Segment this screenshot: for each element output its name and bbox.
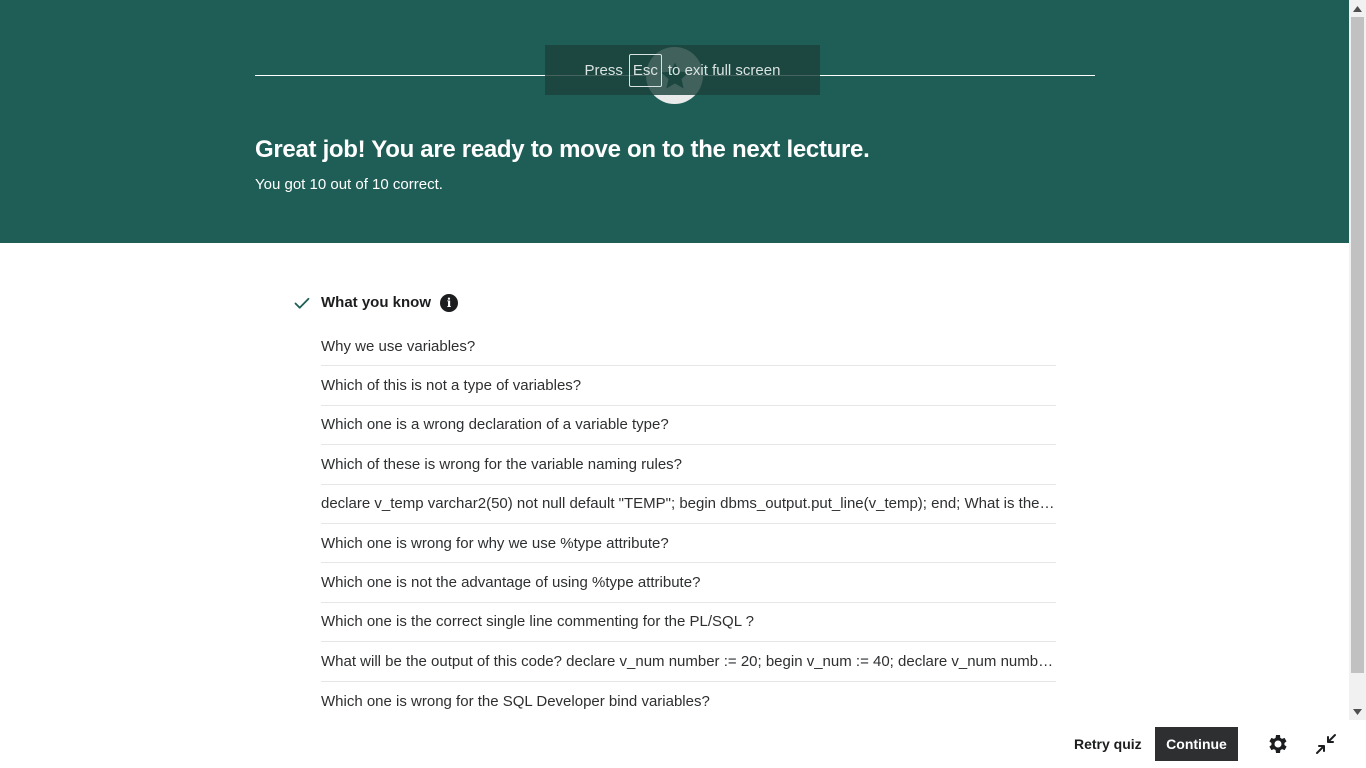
- continue-button[interactable]: Continue: [1155, 727, 1238, 761]
- quiz-result-banner: Great job! You are ready to move on to t…: [0, 0, 1349, 243]
- question-item: Which one is wrong for why we use %type …: [321, 524, 1056, 564]
- exit-fullscreen-icon[interactable]: [1314, 732, 1338, 756]
- fullscreen-notice: Press Esc to exit full screen: [545, 45, 820, 95]
- page-scrollbar[interactable]: [1349, 0, 1366, 720]
- what-you-know-section: What you know i Why we use variables? Wh…: [292, 290, 1056, 721]
- question-item: Which of this is not a type of variables…: [321, 366, 1056, 406]
- gear-icon[interactable]: [1266, 732, 1290, 756]
- question-list: Why we use variables? Which of this is n…: [321, 327, 1056, 721]
- scroll-up-arrow-icon[interactable]: [1349, 0, 1366, 17]
- question-item: Which of these is wrong for the variable…: [321, 445, 1056, 485]
- question-item: Which one is the correct single line com…: [321, 603, 1056, 643]
- check-icon: [292, 293, 312, 313]
- scroll-down-arrow-icon[interactable]: [1349, 703, 1366, 720]
- scroll-thumb[interactable]: [1351, 17, 1364, 673]
- question-item: Which one is wrong for the SQL Developer…: [321, 692, 710, 710]
- question-item: declare v_temp varchar2(50) not null def…: [321, 485, 1056, 524]
- notice-suffix-text: to exit full screen: [667, 61, 781, 79]
- section-header: What you know i: [292, 290, 1056, 315]
- notice-press-text: Press: [584, 61, 623, 79]
- question-item: Which one is a wrong declaration of a va…: [321, 406, 1056, 446]
- info-icon[interactable]: i: [440, 293, 458, 312]
- question-item: Which one is not the advantage of using …: [321, 563, 1056, 603]
- esc-key-label: Esc: [628, 53, 662, 87]
- retry-quiz-button[interactable]: Retry quiz: [1066, 727, 1150, 761]
- question-item: What will be the output of this code? de…: [321, 642, 1056, 682]
- question-item: Why we use variables?: [321, 327, 1056, 367]
- result-title: Great job! You are ready to move on to t…: [255, 136, 870, 163]
- result-score: You got 10 out of 10 correct.: [255, 176, 443, 193]
- section-title: What you know: [321, 294, 431, 311]
